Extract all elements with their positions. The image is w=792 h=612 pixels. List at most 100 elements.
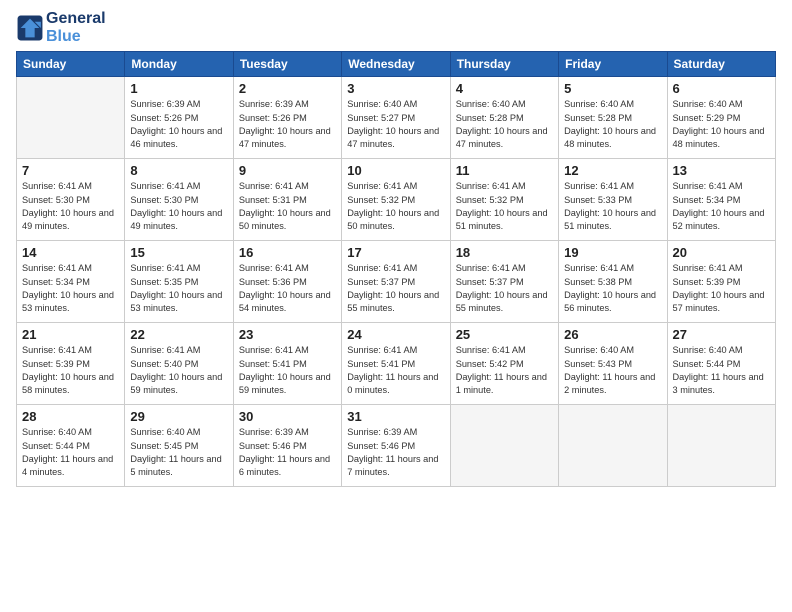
calendar-cell: 10 Sunrise: 6:41 AMSunset: 5:32 PMDayligh… bbox=[342, 159, 450, 241]
calendar-cell: 22 Sunrise: 6:41 AMSunset: 5:40 PMDayligh… bbox=[125, 323, 233, 405]
day-number: 29 bbox=[130, 409, 227, 424]
day-header-thursday: Thursday bbox=[450, 52, 558, 77]
sun-info: Sunrise: 6:41 AMSunset: 5:42 PMDaylight:… bbox=[456, 344, 553, 397]
day-number: 8 bbox=[130, 163, 227, 178]
sun-info: Sunrise: 6:40 AMSunset: 5:29 PMDaylight:… bbox=[673, 98, 770, 151]
calendar-cell: 5 Sunrise: 6:40 AMSunset: 5:28 PMDaylight… bbox=[559, 77, 667, 159]
calendar-cell: 1Sunrise: 6:39 AMSunset: 5:26 PMDaylight… bbox=[125, 77, 233, 159]
day-number: 15 bbox=[130, 245, 227, 260]
day-number: 28 bbox=[22, 409, 119, 424]
day-number: 31 bbox=[347, 409, 444, 424]
sun-info: Sunrise: 6:41 AMSunset: 5:39 PMDaylight:… bbox=[22, 344, 119, 397]
sun-info: Sunrise: 6:41 AMSunset: 5:37 PMDaylight:… bbox=[347, 262, 444, 315]
day-number: 6 bbox=[673, 81, 770, 96]
week-row-2: 7 Sunrise: 6:41 AMSunset: 5:30 PMDaylight… bbox=[17, 159, 776, 241]
calendar-cell: 24 Sunrise: 6:41 AMSunset: 5:41 PMDayligh… bbox=[342, 323, 450, 405]
sun-info: Sunrise: 6:41 AMSunset: 5:32 PMDaylight:… bbox=[347, 180, 444, 233]
sun-info: Sunrise: 6:40 AMSunset: 5:28 PMDaylight:… bbox=[564, 98, 661, 151]
calendar-cell: 16 Sunrise: 6:41 AMSunset: 5:36 PMDayligh… bbox=[233, 241, 341, 323]
sun-info: Sunrise: 6:40 AMSunset: 5:45 PMDaylight:… bbox=[130, 426, 227, 479]
day-number: 10 bbox=[347, 163, 444, 178]
calendar-cell: 23Sunrise: 6:41 AMSunset: 5:41 PMDayligh… bbox=[233, 323, 341, 405]
calendar-cell bbox=[559, 405, 667, 487]
calendar-cell: 19 Sunrise: 6:41 AMSunset: 5:38 PMDayligh… bbox=[559, 241, 667, 323]
day-number: 21 bbox=[22, 327, 119, 342]
day-number: 30 bbox=[239, 409, 336, 424]
sun-info: Sunrise: 6:41 AMSunset: 5:35 PMDaylight:… bbox=[130, 262, 227, 315]
calendar-cell: 29 Sunrise: 6:40 AMSunset: 5:45 PMDayligh… bbox=[125, 405, 233, 487]
day-header-monday: Monday bbox=[125, 52, 233, 77]
calendar-cell: 28 Sunrise: 6:40 AMSunset: 5:44 PMDayligh… bbox=[17, 405, 125, 487]
calendar-body: 1Sunrise: 6:39 AMSunset: 5:26 PMDaylight… bbox=[17, 77, 776, 487]
calendar-cell: 25 Sunrise: 6:41 AMSunset: 5:42 PMDayligh… bbox=[450, 323, 558, 405]
sun-info: Sunrise: 6:40 AMSunset: 5:43 PMDaylight:… bbox=[564, 344, 661, 397]
day-number: 11 bbox=[456, 163, 553, 178]
week-row-1: 1Sunrise: 6:39 AMSunset: 5:26 PMDaylight… bbox=[17, 77, 776, 159]
calendar-cell: 8 Sunrise: 6:41 AMSunset: 5:30 PMDaylight… bbox=[125, 159, 233, 241]
calendar-cell: 12Sunrise: 6:41 AMSunset: 5:33 PMDayligh… bbox=[559, 159, 667, 241]
calendar-cell: 15 Sunrise: 6:41 AMSunset: 5:35 PMDayligh… bbox=[125, 241, 233, 323]
sun-info: Sunrise: 6:41 AMSunset: 5:36 PMDaylight:… bbox=[239, 262, 336, 315]
day-number: 22 bbox=[130, 327, 227, 342]
day-number: 9 bbox=[239, 163, 336, 178]
sun-info: Sunrise: 6:40 AMSunset: 5:28 PMDaylight:… bbox=[456, 98, 553, 151]
calendar-cell: 31 Sunrise: 6:39 AMSunset: 5:46 PMDayligh… bbox=[342, 405, 450, 487]
sun-info: Sunrise: 6:41 AMSunset: 5:33 PMDaylight:… bbox=[564, 180, 661, 233]
sun-info: Sunrise: 6:41 AMSunset: 5:41 PMDaylight:… bbox=[239, 344, 336, 397]
calendar-table: SundayMondayTuesdayWednesdayThursdayFrid… bbox=[16, 51, 776, 487]
week-row-4: 21 Sunrise: 6:41 AMSunset: 5:39 PMDayligh… bbox=[17, 323, 776, 405]
sun-info: Sunrise: 6:40 AMSunset: 5:44 PMDaylight:… bbox=[673, 344, 770, 397]
day-number: 20 bbox=[673, 245, 770, 260]
calendar-cell: 11 Sunrise: 6:41 AMSunset: 5:32 PMDayligh… bbox=[450, 159, 558, 241]
day-number: 19 bbox=[564, 245, 661, 260]
logo: General Blue bbox=[16, 10, 106, 45]
day-number: 7 bbox=[22, 163, 119, 178]
day-number: 16 bbox=[239, 245, 336, 260]
day-header-wednesday: Wednesday bbox=[342, 52, 450, 77]
page: General Blue SundayMondayTuesdayWednesda… bbox=[0, 0, 792, 612]
calendar-cell bbox=[17, 77, 125, 159]
day-number: 17 bbox=[347, 245, 444, 260]
sun-info: Sunrise: 6:41 AMSunset: 5:37 PMDaylight:… bbox=[456, 262, 553, 315]
sun-info: Sunrise: 6:39 AMSunset: 5:26 PMDaylight:… bbox=[130, 98, 227, 151]
logo-icon bbox=[16, 14, 44, 42]
calendar-cell: 13 Sunrise: 6:41 AMSunset: 5:34 PMDayligh… bbox=[667, 159, 775, 241]
sun-info: Sunrise: 6:39 AMSunset: 5:46 PMDaylight:… bbox=[347, 426, 444, 479]
calendar-cell: 9 Sunrise: 6:41 AMSunset: 5:31 PMDaylight… bbox=[233, 159, 341, 241]
sun-info: Sunrise: 6:41 AMSunset: 5:31 PMDaylight:… bbox=[239, 180, 336, 233]
day-number: 2 bbox=[239, 81, 336, 96]
calendar-cell: 20Sunrise: 6:41 AMSunset: 5:39 PMDayligh… bbox=[667, 241, 775, 323]
day-header-saturday: Saturday bbox=[667, 52, 775, 77]
day-number: 5 bbox=[564, 81, 661, 96]
sun-info: Sunrise: 6:39 AMSunset: 5:46 PMDaylight:… bbox=[239, 426, 336, 479]
calendar-cell: 4 Sunrise: 6:40 AMSunset: 5:28 PMDaylight… bbox=[450, 77, 558, 159]
sun-info: Sunrise: 6:41 AMSunset: 5:30 PMDaylight:… bbox=[130, 180, 227, 233]
day-number: 13 bbox=[673, 163, 770, 178]
sun-info: Sunrise: 6:41 AMSunset: 5:40 PMDaylight:… bbox=[130, 344, 227, 397]
logo-text: General Blue bbox=[46, 10, 106, 45]
calendar-cell: 7 Sunrise: 6:41 AMSunset: 5:30 PMDaylight… bbox=[17, 159, 125, 241]
sun-info: Sunrise: 6:41 AMSunset: 5:38 PMDaylight:… bbox=[564, 262, 661, 315]
sun-info: Sunrise: 6:40 AMSunset: 5:44 PMDaylight:… bbox=[22, 426, 119, 479]
header: General Blue bbox=[16, 10, 776, 45]
calendar-cell: 17 Sunrise: 6:41 AMSunset: 5:37 PMDayligh… bbox=[342, 241, 450, 323]
sun-info: Sunrise: 6:39 AMSunset: 5:26 PMDaylight:… bbox=[239, 98, 336, 151]
day-number: 27 bbox=[673, 327, 770, 342]
calendar-cell: 6 Sunrise: 6:40 AMSunset: 5:29 PMDaylight… bbox=[667, 77, 775, 159]
week-row-3: 14 Sunrise: 6:41 AMSunset: 5:34 PMDayligh… bbox=[17, 241, 776, 323]
sun-info: Sunrise: 6:41 AMSunset: 5:32 PMDaylight:… bbox=[456, 180, 553, 233]
week-row-5: 28 Sunrise: 6:40 AMSunset: 5:44 PMDayligh… bbox=[17, 405, 776, 487]
day-number: 14 bbox=[22, 245, 119, 260]
sun-info: Sunrise: 6:41 AMSunset: 5:41 PMDaylight:… bbox=[347, 344, 444, 397]
day-number: 25 bbox=[456, 327, 553, 342]
calendar-cell: 14 Sunrise: 6:41 AMSunset: 5:34 PMDayligh… bbox=[17, 241, 125, 323]
sun-info: Sunrise: 6:41 AMSunset: 5:30 PMDaylight:… bbox=[22, 180, 119, 233]
day-header-friday: Friday bbox=[559, 52, 667, 77]
day-number: 4 bbox=[456, 81, 553, 96]
day-number: 26 bbox=[564, 327, 661, 342]
sun-info: Sunrise: 6:41 AMSunset: 5:34 PMDaylight:… bbox=[673, 180, 770, 233]
calendar-cell: 26 Sunrise: 6:40 AMSunset: 5:43 PMDayligh… bbox=[559, 323, 667, 405]
sun-info: Sunrise: 6:41 AMSunset: 5:34 PMDaylight:… bbox=[22, 262, 119, 315]
day-number: 24 bbox=[347, 327, 444, 342]
calendar-cell: 30 Sunrise: 6:39 AMSunset: 5:46 PMDayligh… bbox=[233, 405, 341, 487]
